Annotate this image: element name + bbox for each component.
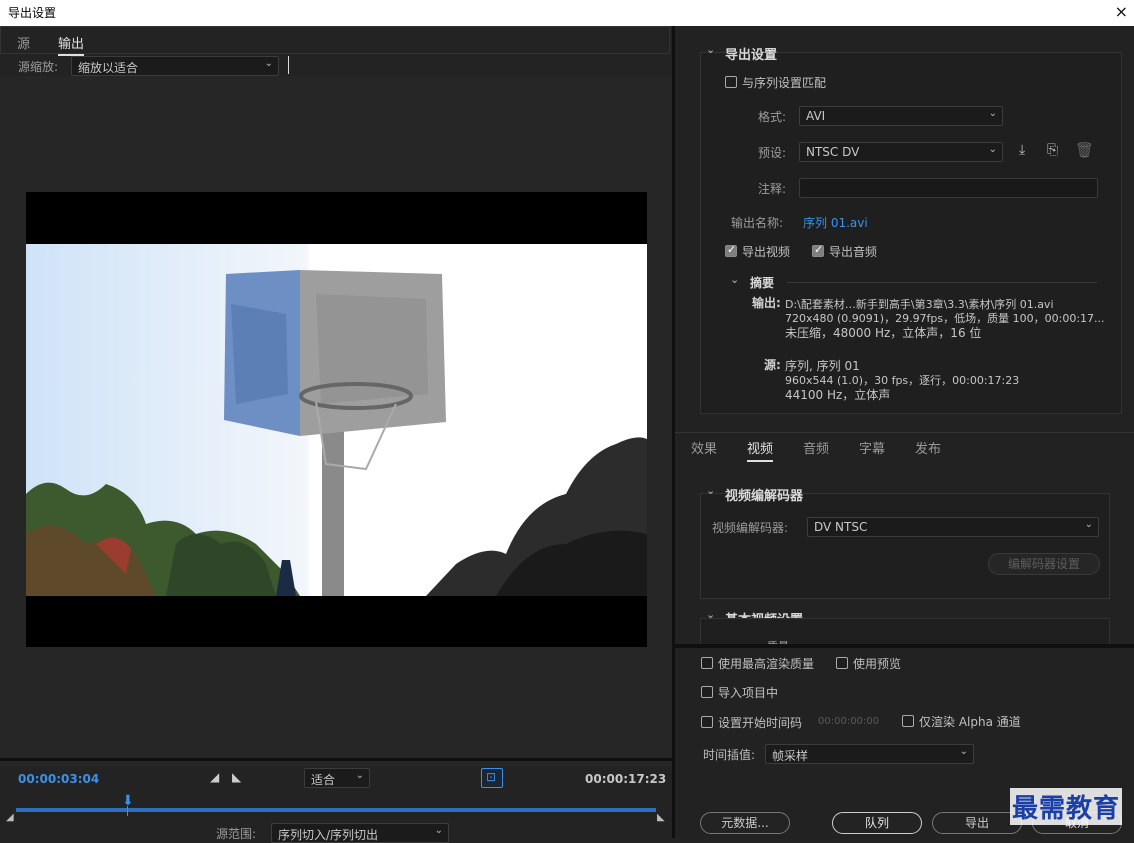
preview-image xyxy=(26,244,647,596)
tabs-top-border xyxy=(675,432,1134,433)
window-title: 导出设置 xyxy=(8,6,57,20)
video-codec-group xyxy=(700,493,1110,599)
max-render-quality-label: 使用最高渲染质量 xyxy=(718,657,815,671)
format-label: 格式: xyxy=(758,110,787,124)
time-interpolation-dropdown[interactable]: 帧采样 ⌄ xyxy=(765,744,974,764)
settings-panel: ⌄ 导出设置 与序列设置匹配 格式: AVI ⌄ 预设: NTSC DV ⌄ ⤓… xyxy=(675,26,1134,838)
mark-in-icon[interactable]: ◢ xyxy=(210,770,219,784)
chevron-down-icon: ⌄ xyxy=(988,144,997,155)
in-point-icon[interactable]: ◢ xyxy=(6,812,14,823)
chevron-down-icon: ⌄ xyxy=(434,825,443,836)
fit-dropdown[interactable]: 适合 ⌄ xyxy=(304,768,370,788)
match-sequence-checkbox[interactable] xyxy=(725,76,737,88)
end-timecode: 00:00:17:23 xyxy=(585,772,667,786)
tab-effects[interactable]: 效果 xyxy=(691,438,717,457)
source-scale-label: 源缩放: xyxy=(18,60,59,74)
watermark-logo: 最需教育 xyxy=(1010,788,1123,825)
preset-value: NTSC DV xyxy=(806,145,860,159)
export-settings-header: 导出设置 xyxy=(725,48,778,63)
summary-source-line: 44100 Hz，立体声 xyxy=(785,388,891,402)
use-previews-checkbox[interactable] xyxy=(836,657,848,669)
render-alpha-label: 仅渲染 Alpha 通道 xyxy=(919,715,1021,729)
export-video-label: 导出视频 xyxy=(742,245,791,259)
format-dropdown[interactable]: AVI ⌄ xyxy=(799,106,1003,126)
video-codec-label: 视频编解码器: xyxy=(712,521,789,535)
chevron-down-icon: ⌄ xyxy=(959,746,968,757)
export-audio-checkbox[interactable] xyxy=(812,243,824,257)
import-into-project-checkbox[interactable] xyxy=(701,686,713,698)
aspect-toggle-button[interactable]: ⊡ xyxy=(481,768,503,788)
source-range-value: 序列切入/序列切出 xyxy=(278,828,379,842)
out-point-icon[interactable]: ◣ xyxy=(657,812,665,823)
title-bar: 导出设置 × xyxy=(0,0,1134,26)
video-codec-value: DV NTSC xyxy=(814,520,868,534)
mark-out-icon[interactable]: ◣ xyxy=(232,770,241,784)
source-scale-value: 缩放以适合 xyxy=(78,61,139,75)
video-codec-dropdown[interactable]: DV NTSC ⌄ xyxy=(807,517,1099,537)
preview-tabs: 源 输出 xyxy=(0,26,670,56)
comments-label: 注释: xyxy=(758,182,787,196)
preset-label: 预设: xyxy=(758,146,787,160)
import-into-project-label: 导入项目中 xyxy=(718,686,779,700)
cursor-caret xyxy=(288,56,289,74)
delete-preset-icon[interactable]: 🗑 xyxy=(1075,141,1094,159)
metadata-button[interactable]: 元数据... xyxy=(700,812,790,834)
summary-output-label: 输出: xyxy=(752,296,781,310)
tab-source[interactable]: 源 xyxy=(17,33,30,52)
render-alpha-checkbox[interactable] xyxy=(902,715,914,727)
chevron-down-icon[interactable]: ⌄ xyxy=(706,484,715,497)
export-video-checkbox[interactable] xyxy=(725,243,737,257)
video-codec-header: 视频编解码器 xyxy=(725,489,804,504)
aspect-icon: ⊡ xyxy=(486,770,497,784)
playhead-line xyxy=(127,806,128,816)
set-start-timecode-checkbox[interactable] xyxy=(701,716,713,728)
preview-panel: 源 输出 源缩放: 缩放以适合 ⌄ 00:00:03:04 ◢ ◣ 适合 ⌄ ⊡… xyxy=(0,26,672,843)
output-name-label: 输出名称: xyxy=(731,216,784,230)
panel-divider xyxy=(0,758,672,761)
queue-button[interactable]: 队列 xyxy=(832,812,922,834)
chevron-down-icon: ⌄ xyxy=(355,770,364,781)
match-sequence-label: 与序列设置匹配 xyxy=(742,76,827,90)
summary-output-line: 未压缩，48000 Hz，立体声，16 位 xyxy=(785,326,982,340)
comments-input[interactable] xyxy=(799,178,1098,198)
tab-audio[interactable]: 音频 xyxy=(803,438,829,457)
chevron-down-icon: ⌄ xyxy=(988,108,997,119)
format-value: AVI xyxy=(806,109,826,123)
time-interpolation-value: 帧采样 xyxy=(772,749,809,763)
current-timecode[interactable]: 00:00:03:04 xyxy=(18,772,99,786)
chevron-down-icon: ⌄ xyxy=(1084,519,1093,530)
chevron-down-icon[interactable]: ⌄ xyxy=(730,273,739,286)
use-previews-label: 使用预览 xyxy=(853,657,902,671)
start-timecode-value[interactable]: 00:00:00:00 xyxy=(818,716,879,727)
tab-output[interactable]: 输出 xyxy=(58,33,85,56)
preset-dropdown[interactable]: NTSC DV ⌄ xyxy=(799,142,1003,162)
max-render-quality-checkbox[interactable] xyxy=(701,657,713,669)
export-audio-label: 导出音频 xyxy=(829,245,878,259)
summary-source-label: 源: xyxy=(764,358,781,372)
bottom-divider xyxy=(675,644,1134,648)
save-preset-icon[interactable]: ⤓ xyxy=(1019,142,1025,158)
import-preset-icon[interactable]: ⎘ xyxy=(1047,142,1058,158)
tab-captions[interactable]: 字幕 xyxy=(859,438,885,457)
tab-video[interactable]: 视频 xyxy=(747,438,774,462)
source-range-label: 源范围: xyxy=(216,827,257,841)
time-interpolation-label: 时间插值: xyxy=(703,748,756,762)
source-scale-dropdown[interactable]: 缩放以适合 ⌄ xyxy=(71,56,279,76)
codec-settings-button[interactable]: 编解码器设置 xyxy=(988,553,1100,575)
fit-value: 适合 xyxy=(311,773,336,787)
close-icon[interactable]: × xyxy=(1115,2,1128,21)
export-button[interactable]: 导出 xyxy=(932,812,1022,834)
summary-header: 摘要 xyxy=(750,276,775,290)
output-name-link[interactable]: 序列 01.avi xyxy=(803,214,868,231)
set-start-timecode-label: 设置开始时间码 xyxy=(718,716,803,730)
summary-divider xyxy=(787,282,1097,283)
source-range-dropdown[interactable]: 序列切入/序列切出 ⌄ xyxy=(271,823,449,843)
chevron-down-icon: ⌄ xyxy=(264,58,273,69)
chevron-down-icon[interactable]: ⌄ xyxy=(706,43,715,56)
basic-video-group xyxy=(700,618,1110,644)
time-ruler-bar[interactable] xyxy=(16,808,656,812)
tab-publish[interactable]: 发布 xyxy=(915,438,941,457)
